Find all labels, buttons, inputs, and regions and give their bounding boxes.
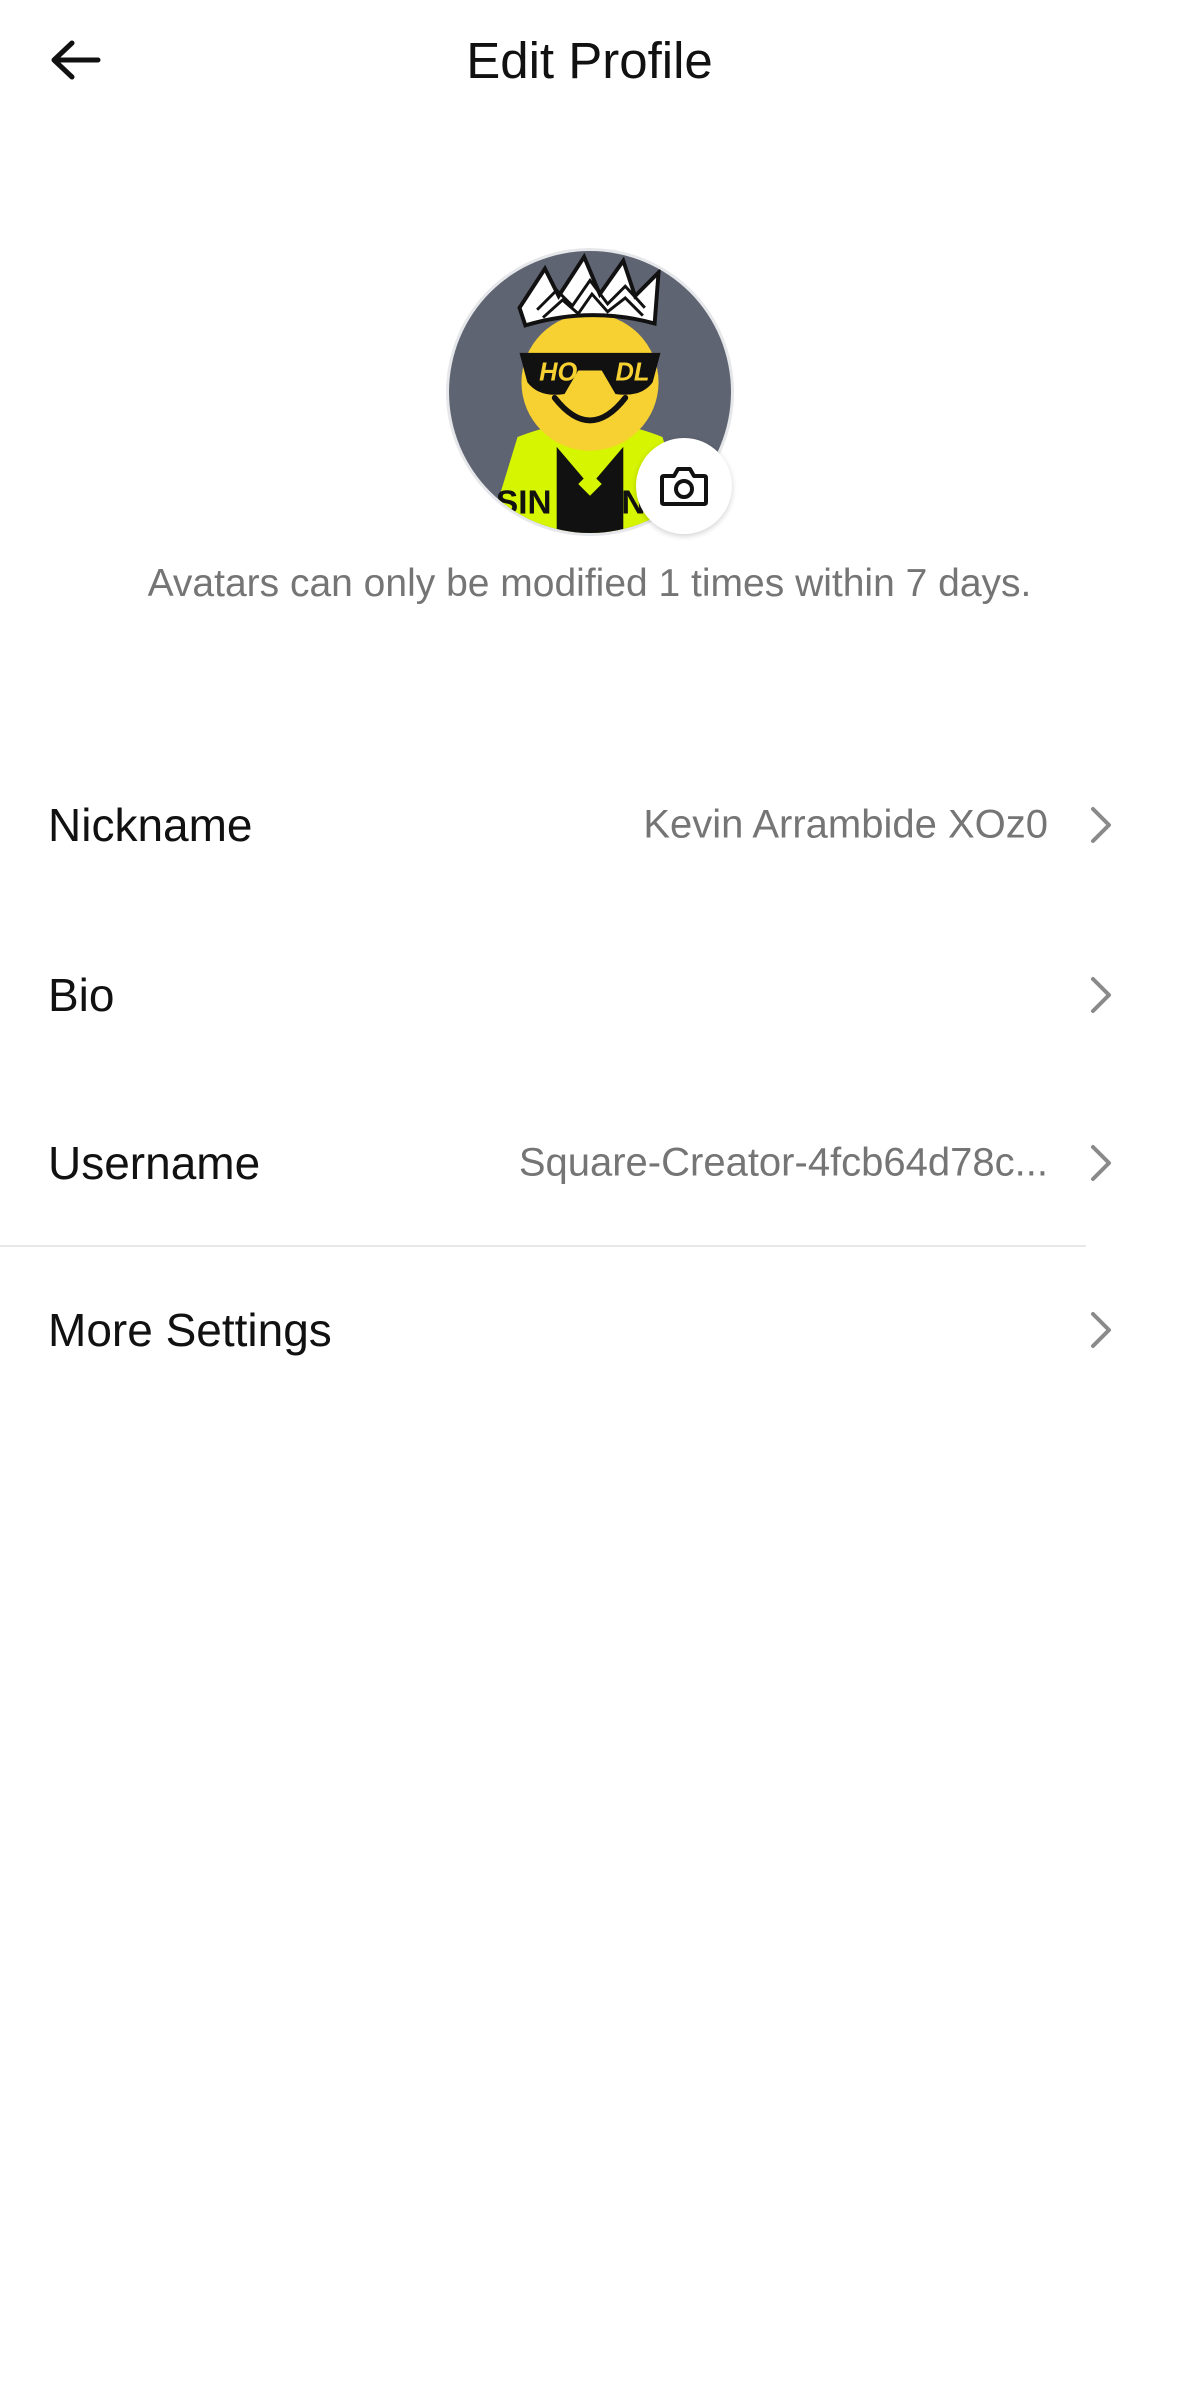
bio-row[interactable]: Bio: [0, 920, 1179, 1070]
svg-text:HO: HO: [539, 358, 577, 386]
nickname-value: Kevin Arrambide XOz0: [643, 802, 1048, 847]
more-settings-label: More Settings: [48, 1304, 332, 1356]
more-settings-row[interactable]: More Settings: [0, 1255, 1179, 1405]
change-avatar-button[interactable]: [636, 438, 732, 534]
username-row[interactable]: Username Square-Creator-4fcb64d78c...: [0, 1088, 1179, 1238]
avatar-section: SIN NE HO DL: [446, 248, 734, 536]
camera-icon: [660, 467, 708, 506]
bio-label: Bio: [48, 969, 115, 1021]
username-label: Username: [48, 1137, 261, 1189]
section-divider: [0, 1245, 1086, 1247]
nickname-label: Nickname: [48, 799, 253, 851]
chevron-right-icon: [1091, 977, 1111, 1013]
header: Edit Profile: [0, 0, 1179, 128]
chevron-right-icon: [1091, 1312, 1111, 1348]
chevron-right-icon: [1091, 807, 1111, 843]
username-value: Square-Creator-4fcb64d78c...: [518, 1140, 1048, 1185]
svg-text:DL: DL: [615, 358, 649, 386]
svg-text:SIN: SIN: [496, 484, 551, 521]
avatar-modification-note: Avatars can only be modified 1 times wit…: [147, 562, 1032, 605]
chevron-right-icon: [1091, 1145, 1111, 1181]
page-title: Edit Profile: [466, 32, 713, 89]
nickname-row[interactable]: Nickname Kevin Arrambide XOz0: [0, 750, 1179, 900]
